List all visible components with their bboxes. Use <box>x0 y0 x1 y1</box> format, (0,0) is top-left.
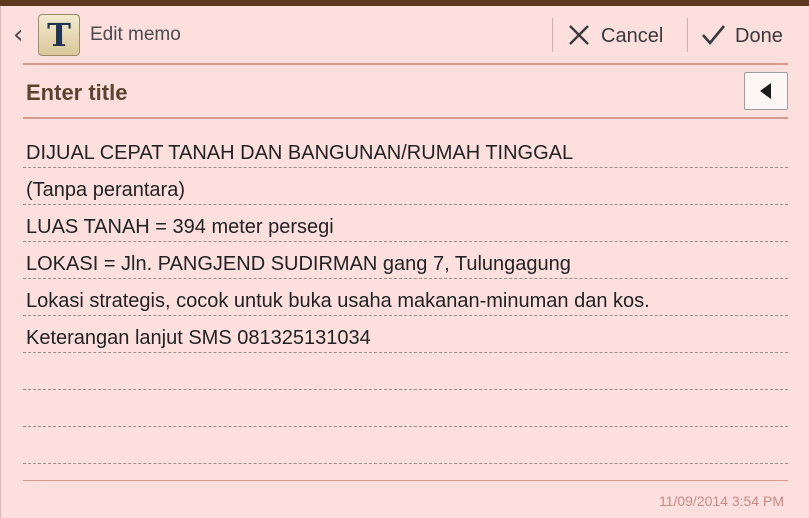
memo-line <box>23 354 788 390</box>
close-icon <box>569 25 589 45</box>
memo-title-field[interactable]: Enter title <box>26 80 127 106</box>
divider <box>23 480 788 481</box>
collapse-toggle-button[interactable] <box>744 72 788 110</box>
text-memo-app-icon[interactable]: T <box>38 14 80 56</box>
toolbar-divider <box>552 18 553 52</box>
memo-line: Lokasi strategis, cocok untuk buka usaha… <box>23 280 788 316</box>
cancel-button[interactable]: Cancel <box>557 14 682 56</box>
done-label: Done <box>735 25 783 47</box>
memo-line: Keterangan lanjut SMS 081325131034 <box>23 317 788 353</box>
memo-line-text: (Tanpa perantara) <box>26 179 185 201</box>
memo-line: LOKASI = Jln. PANGJEND SUDIRMAN gang 7, … <box>23 243 788 279</box>
memo-line-text: Keterangan lanjut SMS 081325131034 <box>26 327 371 349</box>
divider <box>23 63 788 65</box>
memo-line <box>23 391 788 427</box>
memo-line-text: Lokasi strategis, cocok untuk buka usaha… <box>26 290 650 312</box>
done-button[interactable]: Done <box>691 14 801 56</box>
memo-body-textarea[interactable]: DIJUAL CEPAT TANAH DAN BANGUNAN/RUMAH TI… <box>23 132 788 465</box>
memo-line: (Tanpa perantara) <box>23 169 788 205</box>
memo-line-text: LUAS TANAH = 394 meter persegi <box>26 216 334 238</box>
checkmark-icon <box>702 25 725 46</box>
memo-line-text: LOKASI = Jln. PANGJEND SUDIRMAN gang 7, … <box>26 253 571 275</box>
memo-line-text: DIJUAL CEPAT TANAH DAN BANGUNAN/RUMAH TI… <box>26 142 574 164</box>
divider <box>23 117 788 119</box>
toolbar-divider <box>687 18 688 52</box>
page-title: Edit memo <box>90 24 181 45</box>
action-bar: ‹ T Edit memo Cancel Done <box>1 6 809 65</box>
memo-editor: ‹ T Edit memo Cancel Done Enter title DI… <box>0 6 809 518</box>
memo-line: DIJUAL CEPAT TANAH DAN BANGUNAN/RUMAH TI… <box>23 132 788 168</box>
cancel-label: Cancel <box>601 25 664 47</box>
memo-line: LUAS TANAH = 394 meter persegi <box>23 206 788 242</box>
back-chevron-icon[interactable]: ‹ <box>13 22 31 48</box>
triangle-left-icon <box>760 83 771 99</box>
memo-line <box>23 428 788 464</box>
memo-timestamp: 11/09/2014 3:54 PM <box>658 493 784 509</box>
